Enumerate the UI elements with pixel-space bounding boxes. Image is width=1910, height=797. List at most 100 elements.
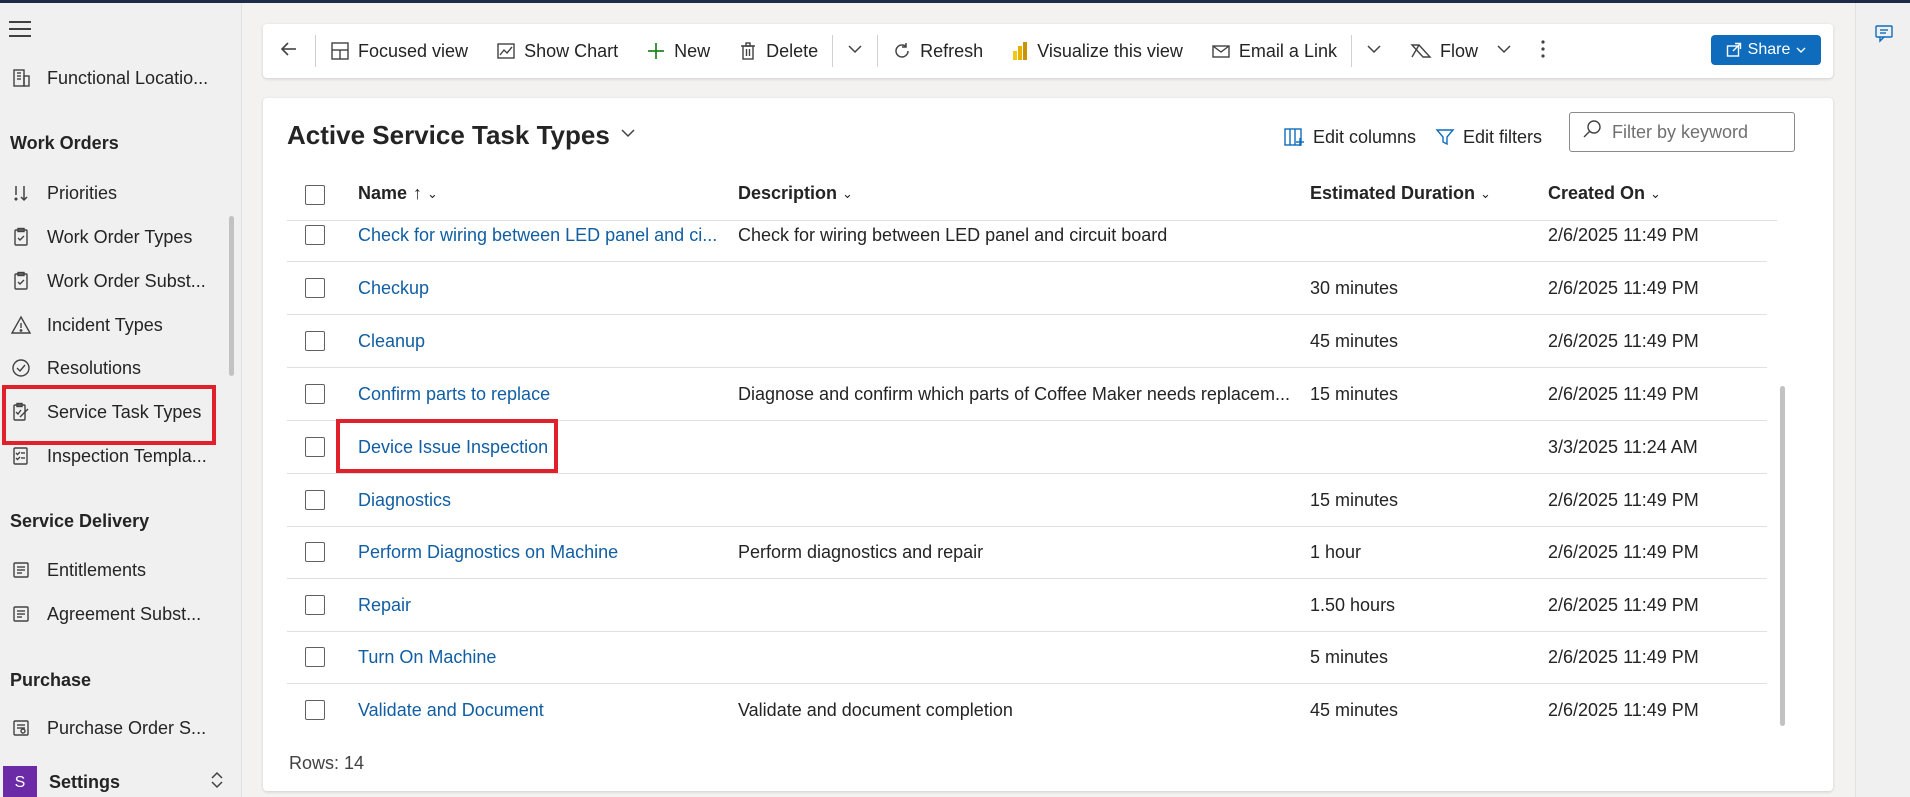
table-row[interactable]: Confirm parts to replace Diagnose and co… <box>287 368 1767 421</box>
view-selector[interactable]: Active Service Task Types <box>287 120 636 151</box>
sidebar-scrollbar[interactable] <box>229 216 234 376</box>
table-row[interactable]: Checkup 30 minutes 2/6/2025 11:49 PM <box>287 262 1767 315</box>
more-commands-button[interactable] <box>1526 24 1560 78</box>
column-header-created-on[interactable]: Created On ⌄ <box>1548 183 1661 204</box>
table-row[interactable]: Perform Diagnostics on Machine Perform d… <box>287 526 1767 579</box>
row-name-link[interactable]: Validate and Document <box>358 684 544 731</box>
table-row[interactable]: Check for wiring between LED panel and c… <box>287 221 1767 262</box>
visualize-view-button[interactable]: Visualize this view <box>997 24 1197 78</box>
chevron-down-icon: ⌄ <box>427 185 438 201</box>
edit-filters-button[interactable]: Edit filters <box>1435 122 1542 152</box>
filter-input[interactable] <box>1612 121 1792 143</box>
clipboard-icon <box>10 226 32 248</box>
row-checkbox[interactable] <box>305 225 325 245</box>
checklist-icon <box>10 445 32 467</box>
row-name-link[interactable]: Checkup <box>358 262 429 314</box>
document-icon <box>10 559 32 581</box>
more-email-options-button[interactable] <box>1352 24 1396 78</box>
nav-group-purchase: Purchase <box>10 670 92 690</box>
table-row[interactable]: Diagnostics 15 minutes 2/6/2025 11:49 PM <box>287 474 1767 527</box>
right-side-pane <box>1855 3 1910 797</box>
row-checkbox[interactable] <box>305 437 325 457</box>
row-checkbox[interactable] <box>305 700 325 720</box>
area-label: Settings <box>49 772 121 792</box>
sidebar-item-purchase-order-substatuses[interactable]: Purchase Order S... <box>0 708 228 748</box>
chat-icon[interactable] <box>1874 23 1894 49</box>
check-circle-icon <box>10 357 32 379</box>
more-delete-options-button[interactable] <box>833 24 877 78</box>
row-duration: 15 minutes <box>1310 383 1399 404</box>
share-button[interactable]: Share <box>1711 35 1821 65</box>
row-checkbox[interactable] <box>305 490 325 510</box>
share-label: Share <box>1747 41 1791 58</box>
refresh-button[interactable]: Refresh <box>878 24 997 78</box>
row-checkbox[interactable] <box>305 542 325 562</box>
row-duration: 45 minutes <box>1310 330 1399 351</box>
row-created-on: 2/6/2025 11:49 PM <box>1548 699 1699 720</box>
delete-label: Delete <box>766 40 819 61</box>
chevron-down-icon <box>1796 45 1806 55</box>
column-label: Estimated Duration <box>1310 183 1476 203</box>
row-checkbox[interactable] <box>305 595 325 615</box>
sidebar-item-entitlements[interactable]: Entitlements <box>0 550 228 590</box>
row-description: Validate and document completion <box>738 699 1013 720</box>
area-switcher[interactable]: S Settings <box>0 765 242 797</box>
sidebar-item-resolutions[interactable]: Resolutions <box>0 348 228 388</box>
row-name-link[interactable]: Cleanup <box>358 315 425 367</box>
row-name-link[interactable]: Confirm parts to replace <box>358 368 550 420</box>
row-name-link[interactable]: Diagnostics <box>358 474 451 526</box>
delete-button[interactable]: Delete <box>724 24 832 78</box>
sidebar-item-label: Priorities <box>47 182 118 203</box>
edit-columns-button[interactable]: Edit columns <box>1283 122 1416 152</box>
table-row[interactable]: Cleanup 45 minutes 2/6/2025 11:49 PM <box>287 315 1767 368</box>
rows-count: Rows: 14 <box>289 753 365 773</box>
row-checkbox[interactable] <box>305 331 325 351</box>
nav-group-service-delivery: Service Delivery <box>10 511 150 531</box>
flow-icon <box>1410 41 1432 61</box>
email-link-button[interactable]: Email a Link <box>1197 24 1351 78</box>
email-link-label: Email a Link <box>1238 40 1337 61</box>
row-name-link[interactable]: Turn On Machine <box>358 631 496 683</box>
row-duration: 15 minutes <box>1310 489 1399 510</box>
flow-button[interactable]: Flow <box>1396 24 1526 78</box>
chevron-down-icon: ⌄ <box>1650 185 1661 201</box>
row-checkbox[interactable] <box>305 278 325 298</box>
column-header-name[interactable]: Name ↑ ⌄ <box>358 183 438 204</box>
grid-body: Check for wiring between LED panel and c… <box>287 221 1777 731</box>
sidebar-item-functional-locations[interactable]: Functional Locatio... <box>0 58 228 98</box>
column-header-description[interactable]: Description ⌄ <box>738 183 853 204</box>
hamburger-menu-icon[interactable] <box>9 21 31 42</box>
sidebar-item-work-order-substatuses[interactable]: Work Order Subst... <box>0 261 228 301</box>
row-description: Check for wiring between LED panel and c… <box>738 224 1168 245</box>
new-button[interactable]: New <box>632 24 724 78</box>
column-label: Name <box>358 183 408 203</box>
back-button[interactable] <box>263 24 315 78</box>
row-created-on: 2/6/2025 11:49 PM <box>1548 489 1699 510</box>
row-name-link[interactable]: Repair <box>358 579 411 631</box>
sidebar-item-incident-types[interactable]: Incident Types <box>0 305 228 345</box>
sidebar-item-work-order-types[interactable]: Work Order Types <box>0 217 228 257</box>
row-checkbox[interactable] <box>305 647 325 667</box>
row-name-link[interactable]: Perform Diagnostics on Machine <box>358 526 618 578</box>
column-header-estimated-duration[interactable]: Estimated Duration ⌄ <box>1310 183 1491 204</box>
row-name-link[interactable]: Check for wiring between LED panel and c… <box>358 221 717 261</box>
row-created-on: 3/3/2025 11:24 AM <box>1548 436 1698 457</box>
grid-header: Name ↑ ⌄ Description ⌄ Estimated Duratio… <box>287 171 1777 221</box>
grid-scrollbar[interactable] <box>1780 386 1785 726</box>
more-vertical-icon <box>1540 39 1546 64</box>
row-checkbox[interactable] <box>305 384 325 404</box>
show-chart-button[interactable]: Show Chart <box>482 24 632 78</box>
grid-panel: Active Service Task Types Edit columns E… <box>263 98 1833 791</box>
sidebar-item-priorities[interactable]: Priorities <box>0 173 228 213</box>
table-row[interactable]: Validate and Document Validate and docum… <box>287 684 1767 731</box>
row-description: Diagnose and confirm which parts of Coff… <box>738 383 1290 404</box>
focused-view-button[interactable]: Focused view <box>316 24 482 78</box>
row-description: Perform diagnostics and repair <box>738 541 984 562</box>
table-row[interactable]: Turn On Machine 5 minutes 2/6/2025 11:49… <box>287 631 1767 684</box>
filter-by-keyword-box[interactable] <box>1569 112 1795 152</box>
table-row[interactable]: Repair 1.50 hours 2/6/2025 11:49 PM <box>287 579 1767 632</box>
sidebar-item-agreement-substatuses[interactable]: Agreement Subst... <box>0 594 228 634</box>
filter-icon <box>1435 127 1455 147</box>
select-all-checkbox[interactable] <box>305 185 325 205</box>
row-created-on: 2/6/2025 11:49 PM <box>1548 594 1699 615</box>
